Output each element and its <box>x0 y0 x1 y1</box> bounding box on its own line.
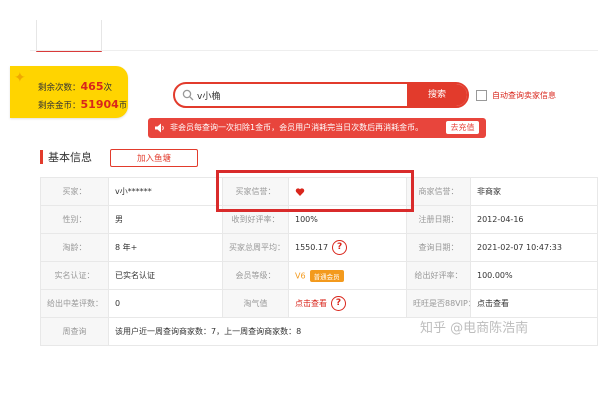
tab-strip <box>36 0 286 52</box>
gender-key: 性别： <box>40 205 109 234</box>
help-icon[interactable]: ? <box>331 296 346 311</box>
given-positive-rate-value: 100.00% <box>470 261 598 290</box>
remaining-times: 剩余次数：465次 <box>38 80 112 93</box>
section-marker <box>40 150 43 164</box>
speaker-icon <box>155 123 164 133</box>
table-row: 淘龄： 8 年+ 买家总周平均： 1550.17? 查询日期： 2021-02-… <box>40 233 598 262</box>
watermark-text: 知乎 @电商陈浩南 <box>420 321 529 336</box>
register-date-value: 2012-04-16 <box>470 205 598 234</box>
buyer-key: 买家： <box>40 177 109 206</box>
search-icon <box>182 89 194 101</box>
search-input[interactable] <box>197 88 377 102</box>
recharge-button[interactable]: 去充值 <box>446 121 479 134</box>
member-badge: 普通会员 <box>309 269 344 282</box>
buyer-value: v小****** <box>108 177 223 206</box>
tab-inactive[interactable] <box>100 20 280 51</box>
auto-check-option[interactable]: 自动查询卖家信息 <box>476 90 556 101</box>
search-bar: 搜索 <box>173 82 469 108</box>
tab-active[interactable] <box>36 20 102 52</box>
query-date-value: 2021-02-07 10:47:33 <box>470 233 598 262</box>
vip88-key: 旺旺是否88VIP： <box>406 289 471 318</box>
auto-check-checkbox[interactable] <box>476 90 487 101</box>
add-to-fishpond-button[interactable]: 加入鱼塘 <box>110 149 198 167</box>
taoqi-value-cell: 点击查看? <box>288 289 407 318</box>
taoqi-value-key: 淘气值 <box>222 289 289 318</box>
taobao-age-key: 淘龄： <box>40 233 109 262</box>
help-icon[interactable]: ? <box>332 240 348 255</box>
buyer-weekly-avg-value: 1550.17 <box>295 243 329 252</box>
seller-credit-key: 商家信誉： <box>406 177 471 206</box>
auto-check-label: 自动查询卖家信息 <box>492 91 556 100</box>
remaining-coins-value: 51904 <box>80 98 119 111</box>
vip88-view-link[interactable]: 点击查看 <box>470 289 598 318</box>
remaining-coins: 剩余金币：51904币 <box>38 98 128 111</box>
given-negative-count-key: 给出中差评数： <box>40 289 109 318</box>
member-level-cell: V6 普通会员 <box>288 261 407 290</box>
remaining-times-value: 465 <box>80 80 104 93</box>
member-level-value: V6 <box>295 271 306 280</box>
balance-card: ✦ 剩余次数：465次 剩余金币：51904币 <box>10 66 128 118</box>
member-level-key: 会员等级： <box>222 261 289 290</box>
taobao-age-value: 8 年+ <box>108 233 223 262</box>
coin-icon: ✦ <box>14 70 26 86</box>
query-date-key: 查询日期： <box>406 233 471 262</box>
seller-credit-value: 非商家 <box>470 177 598 206</box>
gender-value: 男 <box>108 205 223 234</box>
register-date-key: 注册日期： <box>406 205 471 234</box>
given-positive-rate-key: 给出好评率： <box>406 261 471 290</box>
given-negative-count-value: 0 <box>108 289 223 318</box>
section-title: 基本信息 <box>48 151 92 164</box>
buyer-weekly-avg-key: 买家总周平均： <box>222 233 289 262</box>
weekly-query-key: 周查询 <box>40 317 109 346</box>
taoqi-view-link[interactable]: 点击查看 <box>295 299 327 308</box>
notice-text: 非会员每查询一次扣除1金币，会员用户消耗完当日次数后再消耗金币。 <box>170 123 424 132</box>
search-button[interactable]: 搜索 <box>407 84 467 106</box>
notice-bar: 非会员每查询一次扣除1金币，会员用户消耗完当日次数后再消耗金币。 去充值 <box>148 118 486 138</box>
buyer-weekly-avg-cell: 1550.17? <box>288 233 407 262</box>
divider <box>30 50 598 51</box>
table-row: 给出中差评数： 0 淘气值 点击查看? 旺旺是否88VIP： 点击查看 <box>40 289 598 318</box>
table-row: 实名认证： 已实名认证 会员等级： V6 普通会员 给出好评率： 100.00% <box>40 261 598 290</box>
real-name-value: 已实名认证 <box>108 261 223 290</box>
real-name-key: 实名认证： <box>40 261 109 290</box>
highlight-box <box>216 170 414 212</box>
